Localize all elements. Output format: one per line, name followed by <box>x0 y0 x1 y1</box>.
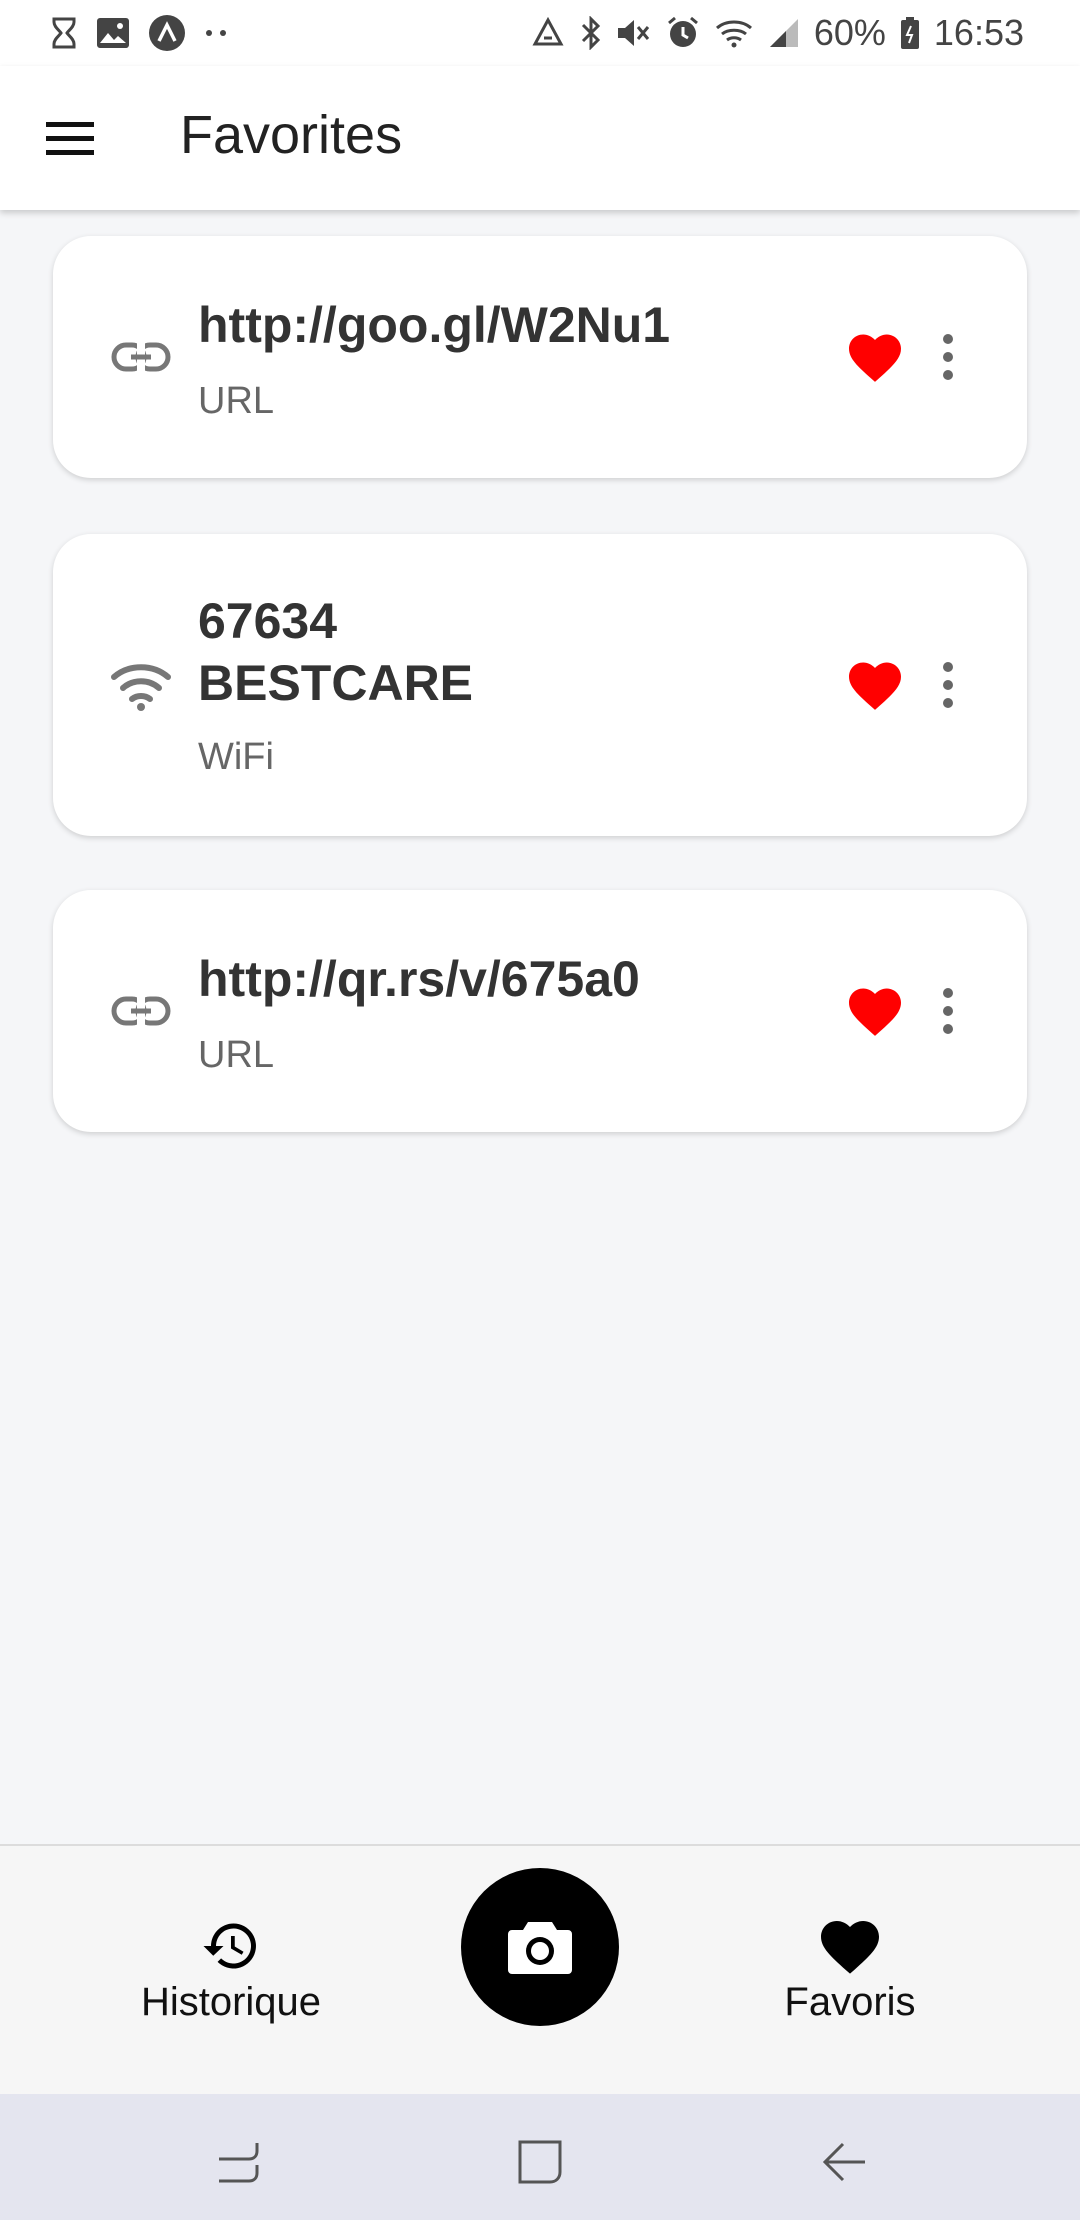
battery-percent: 60% <box>813 12 886 53</box>
status-bar-notifications <box>50 10 230 56</box>
bluetooth-icon <box>580 16 602 50</box>
more-dots-icon <box>204 28 230 38</box>
clock: 16:53 <box>933 12 1024 53</box>
wifi-icon <box>714 17 754 49</box>
nav-history-label: Historique <box>140 1980 322 2024</box>
bottom-navigation: Historique Favoris <box>0 1844 1080 2096</box>
system-navigation-bar <box>0 2094 1080 2220</box>
image-icon <box>96 17 130 49</box>
alarm-icon <box>666 16 700 50</box>
favorite-type: URL <box>198 1034 275 1076</box>
favorite-title: http://goo.gl/W2Nu1 <box>198 297 671 353</box>
favorite-type: URL <box>198 380 275 422</box>
recycle-icon <box>530 17 566 49</box>
favorite-title: http://qr.rs/v/675a0 <box>198 951 640 1007</box>
hourglass-icon <box>50 16 78 50</box>
heart-icon <box>849 662 901 710</box>
scan-camera-button[interactable] <box>461 1868 619 2026</box>
more-vert-icon <box>943 334 953 380</box>
more-vert-icon <box>943 662 953 708</box>
menu-icon <box>46 122 94 155</box>
favorite-card[interactable]: http://qr.rs/v/675a0 URL <box>53 890 1027 1132</box>
home-icon <box>518 2140 562 2184</box>
recents-icon <box>219 2143 259 2183</box>
more-vert-icon <box>943 988 953 1034</box>
favorite-title: 67634 BESTCARE <box>198 590 473 714</box>
favorite-title-line: 67634 <box>198 593 338 649</box>
heart-icon <box>821 1920 879 1974</box>
status-bar: 60% 16:53 <box>0 0 1080 66</box>
heart-icon <box>849 334 901 382</box>
wifi-icon <box>105 650 177 722</box>
page-title: Favorites <box>180 105 403 165</box>
favorite-toggle[interactable] <box>843 979 907 1043</box>
link-icon <box>105 975 177 1047</box>
favorite-card[interactable]: 67634 BESTCARE WiFi <box>53 534 1027 836</box>
back-button[interactable] <box>814 2132 874 2192</box>
signal-icon <box>768 17 800 49</box>
favorite-type: WiFi <box>198 736 274 778</box>
more-options-button[interactable] <box>933 653 963 717</box>
favorite-toggle[interactable] <box>843 653 907 717</box>
home-button[interactable] <box>510 2132 570 2192</box>
favorite-card[interactable]: http://goo.gl/W2Nu1 URL <box>53 236 1027 478</box>
nav-favorites[interactable]: Favoris <box>720 1916 980 2025</box>
battery-icon <box>900 16 920 50</box>
heart-icon <box>849 988 901 1036</box>
nav-favorites-label: Favoris <box>784 1980 916 2024</box>
back-icon <box>822 2142 865 2182</box>
status-bar-system: 60% 16:53 <box>530 10 1024 56</box>
camera-icon <box>508 1922 572 1974</box>
recents-button[interactable] <box>208 2132 268 2192</box>
favorite-title-line: BESTCARE <box>198 655 474 711</box>
mute-icon <box>616 17 652 49</box>
app-bar: Favorites <box>0 66 1080 210</box>
app-icon <box>148 14 186 52</box>
favorite-toggle[interactable] <box>843 325 907 389</box>
more-options-button[interactable] <box>933 979 963 1043</box>
link-icon <box>105 321 177 393</box>
history-icon <box>203 1923 256 1969</box>
nav-history[interactable]: Historique <box>101 1916 361 2025</box>
more-options-button[interactable] <box>933 325 963 389</box>
menu-button[interactable] <box>40 108 100 168</box>
